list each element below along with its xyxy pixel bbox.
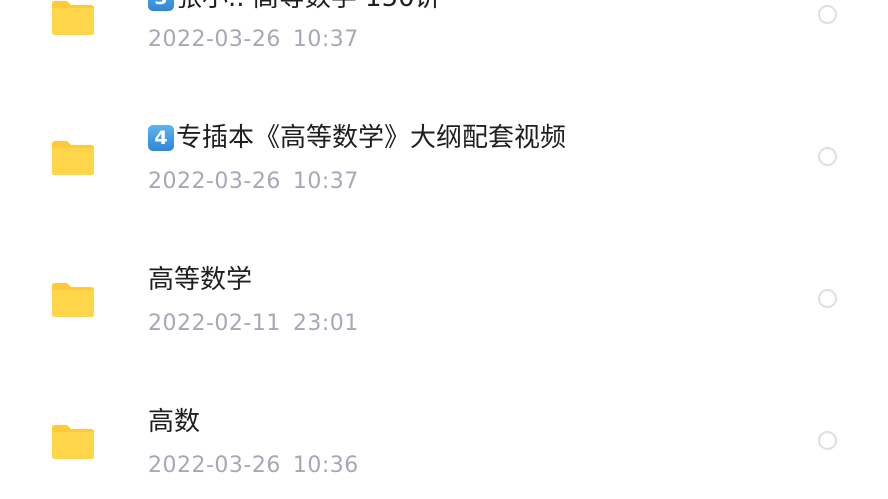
folder-icon [50, 282, 96, 318]
list-item[interactable]: 3张小.. 高等数学 150讲 2022-03-26 10:37 [0, 0, 888, 52]
select-radio[interactable] [818, 431, 837, 450]
number-badge: 3 [148, 0, 174, 11]
file-modified-date: 2022-02-11 23:01 [148, 310, 359, 338]
time-text: 23:01 [292, 311, 359, 336]
time-text: 10:37 [292, 169, 359, 194]
list-item[interactable]: 4 专插本《高等数学》大纲配套视频 2022-03-26 10:37 [0, 114, 888, 256]
date-text: 2022-02-11 [148, 311, 281, 336]
date-text: 2022-03-26 [148, 169, 281, 194]
file-name-text: 高数 [148, 407, 201, 437]
time-text: 10:37 [292, 27, 359, 52]
file-name: 高数 [148, 406, 200, 438]
folder-icon [50, 424, 96, 460]
select-radio[interactable] [818, 289, 837, 308]
file-name-text: 张小.. 高等数学 150讲 [176, 0, 441, 13]
folder-icon [50, 0, 96, 36]
file-name: 3张小.. 高等数学 150讲 [148, 0, 441, 14]
time-text: 10:36 [292, 453, 359, 478]
file-modified-date: 2022-03-26 10:37 [148, 26, 359, 54]
number-badge: 4 [148, 125, 174, 151]
file-modified-date: 2022-03-26 10:36 [148, 452, 359, 480]
file-list: 3张小.. 高等数学 150讲 2022-03-26 10:37 4专插本《高等数… [0, 0, 888, 499]
date-text: 2022-03-26 [148, 27, 281, 52]
list-item[interactable]: 高数 2022-03-26 10:36 [0, 398, 888, 499]
file-modified-date: 2022-03-26 10:37 [148, 168, 359, 196]
file-name: 4 专插本《高等数学》大纲配套视频 [148, 122, 566, 154]
file-name: 高等数学 [148, 264, 252, 296]
file-name-text: 专插本《高等数学》大纲配套视频 [176, 123, 567, 153]
list-item[interactable]: 高等数学 2022-02-11 23:01 [0, 256, 888, 398]
folder-icon [50, 140, 96, 176]
select-radio[interactable] [818, 147, 837, 166]
file-name-text: 高等数学 [148, 265, 253, 295]
date-text: 2022-03-26 [148, 453, 281, 478]
select-radio[interactable] [818, 5, 837, 24]
